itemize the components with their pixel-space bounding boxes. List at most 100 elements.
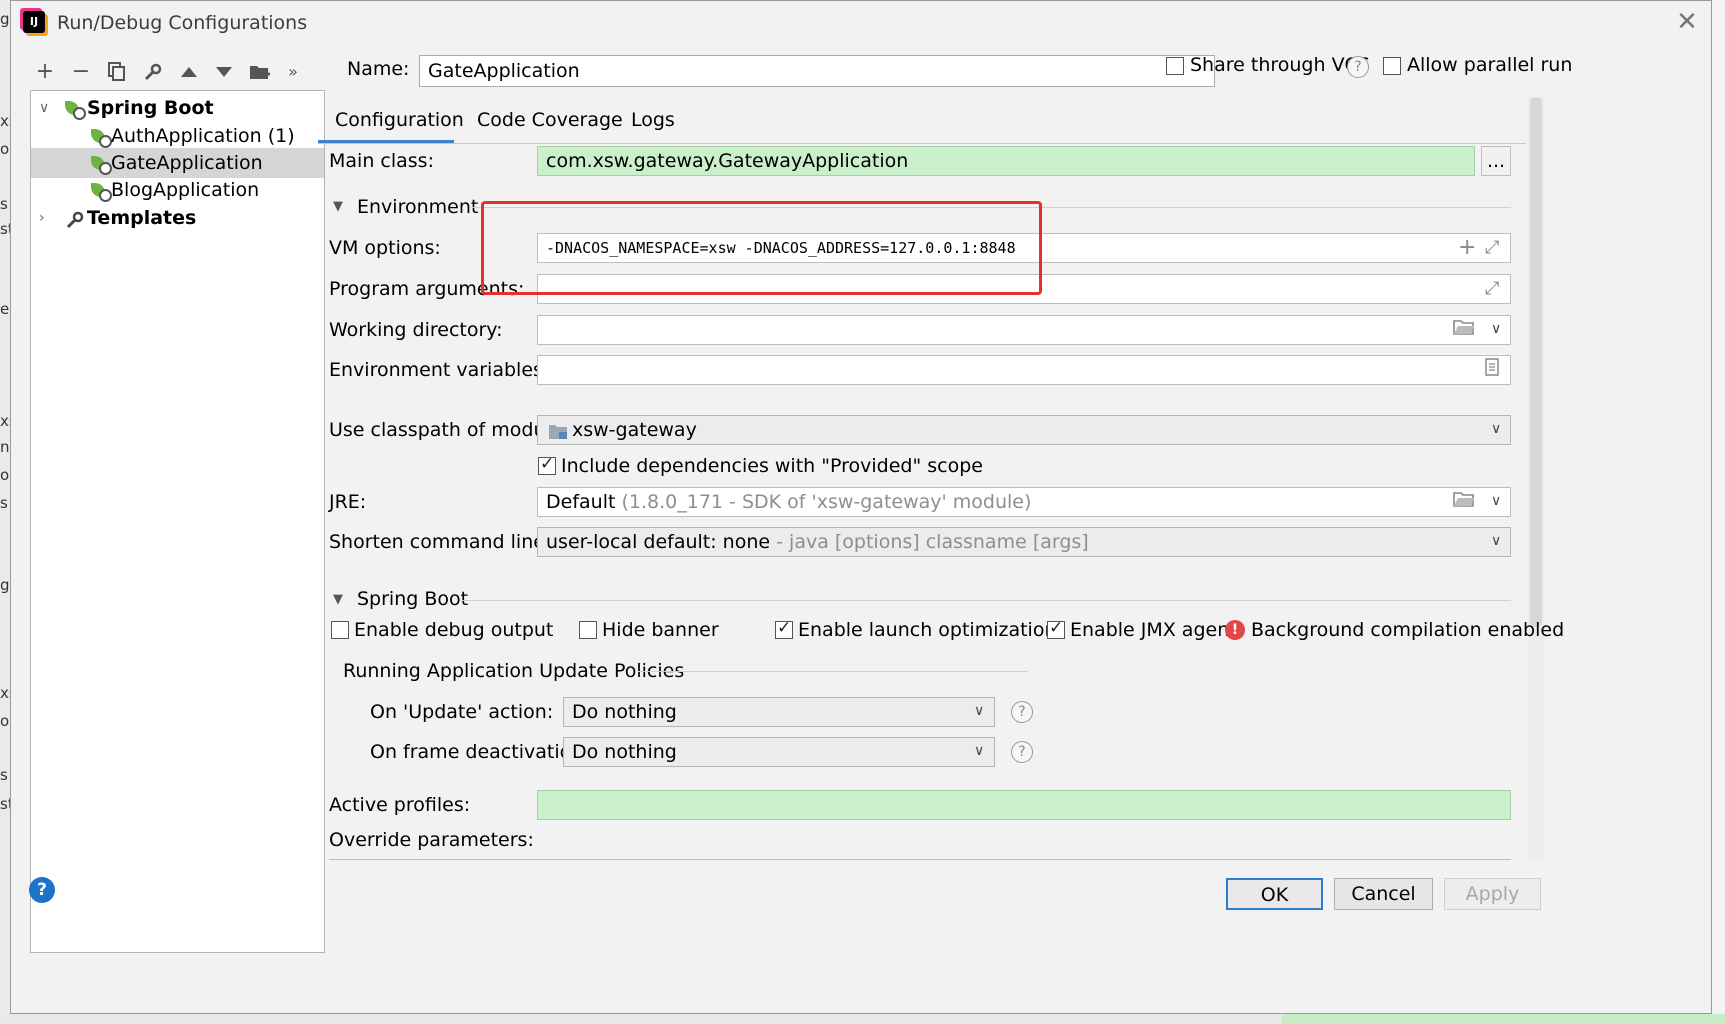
override-parameters-label: Override parameters: bbox=[329, 829, 534, 851]
environment-variables-input[interactable] bbox=[537, 355, 1511, 385]
tree-item-label: GateApplication bbox=[111, 152, 263, 174]
include-dependencies-label: Include dependencies with "Provided" sco… bbox=[561, 455, 983, 477]
spring-boot-section-label[interactable]: Spring Boot bbox=[357, 588, 468, 610]
shorten-command-line-select[interactable]: user-local default: none - java [options… bbox=[537, 527, 1511, 557]
help-icon[interactable]: ? bbox=[29, 877, 55, 903]
tree-node-templates[interactable]: › Templates bbox=[31, 203, 324, 233]
scrollbar-thumb[interactable] bbox=[1530, 97, 1542, 627]
shorten-command-line-value: user-local default: none bbox=[546, 531, 771, 553]
main-class-input[interactable]: com.xsw.gateway.GatewayApplication bbox=[537, 146, 1475, 176]
active-profiles-input[interactable] bbox=[537, 790, 1511, 820]
background-text-fragment: s bbox=[0, 766, 8, 784]
tree-node-label: Spring Boot bbox=[87, 97, 214, 119]
hide-banner-checkbox[interactable] bbox=[579, 621, 597, 639]
enable-launch-optimization-checkbox[interactable] bbox=[775, 618, 793, 639]
run-debug-dialog: IJ Run/Debug Configurations ✕ + − » ∨ Sp… bbox=[10, 0, 1712, 1014]
plus-icon[interactable]: + bbox=[1458, 235, 1476, 260]
tab-code-coverage[interactable]: Code Coverage bbox=[477, 109, 623, 131]
background-right-strip bbox=[1712, 0, 1725, 1024]
chevron-down-icon[interactable]: ∨ bbox=[1491, 322, 1505, 336]
plus-icon[interactable]: + bbox=[31, 58, 59, 86]
apply-button[interactable]: Apply bbox=[1444, 878, 1541, 910]
spring-boot-icon bbox=[65, 99, 86, 120]
enable-launch-optimization-label: Enable launch optimization bbox=[798, 619, 1057, 641]
chevron-down-icon[interactable]: ∨ bbox=[39, 93, 49, 123]
browse-button[interactable]: ... bbox=[1481, 146, 1511, 176]
update-policies-label: Running Application Update Policies bbox=[343, 660, 685, 682]
name-input[interactable]: GateApplication bbox=[419, 55, 1215, 87]
tree-node-spring-boot[interactable]: ∨ Spring Boot bbox=[31, 93, 324, 123]
tree-item-auth-application[interactable]: AuthApplication (1) bbox=[31, 121, 324, 151]
folder-add-icon[interactable] bbox=[246, 58, 274, 86]
expand-icon[interactable]: ⤢ bbox=[1485, 237, 1499, 258]
background-compilation-label: Background compilation enabled bbox=[1251, 619, 1565, 641]
on-frame-deactivation-value: Do nothing bbox=[572, 741, 677, 763]
wrench-icon bbox=[65, 209, 85, 239]
environment-section-label[interactable]: Environment bbox=[357, 196, 478, 218]
background-text-fragment: s bbox=[0, 494, 8, 512]
shorten-command-line-hint: - java [options] classname [args] bbox=[776, 531, 1089, 553]
tab-logs[interactable]: Logs bbox=[631, 109, 675, 131]
expand-icon[interactable]: ⤢ bbox=[1485, 278, 1499, 299]
tab-configuration[interactable]: Configuration bbox=[335, 109, 464, 131]
minus-icon[interactable]: − bbox=[67, 58, 95, 86]
folder-icon[interactable] bbox=[1453, 318, 1475, 341]
arrow-down-icon[interactable] bbox=[210, 58, 238, 86]
chevron-right-icon[interactable]: › bbox=[39, 203, 45, 233]
spring-boot-icon bbox=[91, 181, 112, 202]
background-text-fragment: g bbox=[0, 576, 10, 594]
allow-parallel-label: Allow parallel run bbox=[1407, 54, 1573, 76]
tab-divider bbox=[318, 143, 1526, 144]
on-update-action-label: On 'Update' action: bbox=[370, 701, 554, 723]
on-frame-deactivation-select[interactable]: Do nothing ∨ bbox=[563, 737, 995, 767]
copy-icon[interactable] bbox=[103, 58, 131, 86]
allow-parallel-checkbox[interactable] bbox=[1383, 57, 1401, 75]
active-profiles-label: Active profiles: bbox=[329, 794, 471, 816]
cancel-button[interactable]: Cancel bbox=[1334, 878, 1433, 910]
jre-value: Default bbox=[546, 491, 616, 513]
chevron-down-icon: ∨ bbox=[974, 743, 985, 759]
override-parameters-table-edge bbox=[329, 859, 1511, 860]
help-question-icon[interactable]: ? bbox=[1011, 701, 1033, 723]
tree-item-gate-application[interactable]: GateApplication bbox=[31, 148, 324, 178]
background-bottom-strip bbox=[0, 1014, 1725, 1024]
close-icon[interactable]: ✕ bbox=[1673, 9, 1701, 35]
background-text-fragment: s bbox=[0, 195, 8, 213]
background-editor-strip: g xs oc s st e xs ni oc s g xs oc s st bbox=[0, 0, 17, 1024]
chevron-down-icon[interactable]: ▼ bbox=[333, 199, 343, 214]
background-text-fragment: g bbox=[0, 10, 10, 28]
chevron-down-icon[interactable]: ∨ bbox=[1491, 494, 1505, 508]
background-text-fragment: e bbox=[0, 300, 10, 318]
arrow-up-icon[interactable] bbox=[175, 58, 203, 86]
chevron-down-icon: ∨ bbox=[1491, 421, 1502, 437]
wrench-icon[interactable] bbox=[139, 58, 167, 86]
help-question-icon[interactable]: ? bbox=[1011, 741, 1033, 763]
help-question-icon[interactable]: ? bbox=[1347, 56, 1369, 78]
share-vcs-checkbox[interactable] bbox=[1166, 57, 1184, 75]
main-class-label: Main class: bbox=[329, 150, 434, 172]
list-icon[interactable] bbox=[1485, 358, 1499, 381]
section-divider bbox=[461, 600, 1511, 601]
jre-input[interactable]: Default (1.8.0_171 - SDK of 'xsw-gateway… bbox=[537, 487, 1511, 517]
working-directory-input[interactable] bbox=[537, 315, 1511, 345]
enable-debug-output-checkbox[interactable] bbox=[331, 621, 349, 639]
environment-variables-label: Environment variables: bbox=[329, 359, 550, 381]
enable-jmx-agent-checkbox[interactable] bbox=[1047, 618, 1065, 639]
folder-icon[interactable] bbox=[1453, 490, 1475, 513]
intellij-logo-icon: IJ bbox=[23, 11, 45, 33]
chevron-down-icon: ∨ bbox=[974, 703, 985, 719]
tree-item-label: AuthApplication (1) bbox=[111, 125, 295, 147]
ok-button[interactable]: OK bbox=[1226, 878, 1323, 910]
more-icon[interactable]: » bbox=[279, 58, 307, 86]
jre-hint: (1.8.0_171 - SDK of 'xsw-gateway' module… bbox=[621, 491, 1032, 513]
tree-item-label: BlogApplication bbox=[111, 179, 260, 201]
tree-item-blog-application[interactable]: BlogApplication bbox=[31, 175, 324, 205]
classpath-module-select[interactable]: xsw-gateway ∨ bbox=[537, 415, 1511, 445]
jre-label: JRE: bbox=[329, 491, 367, 513]
on-update-action-value: Do nothing bbox=[572, 701, 677, 723]
on-update-action-select[interactable]: Do nothing ∨ bbox=[563, 697, 995, 727]
include-dependencies-checkbox[interactable] bbox=[538, 454, 556, 475]
chevron-down-icon[interactable]: ▼ bbox=[333, 592, 343, 607]
spring-boot-icon bbox=[91, 127, 112, 148]
name-label: Name: bbox=[347, 58, 410, 80]
